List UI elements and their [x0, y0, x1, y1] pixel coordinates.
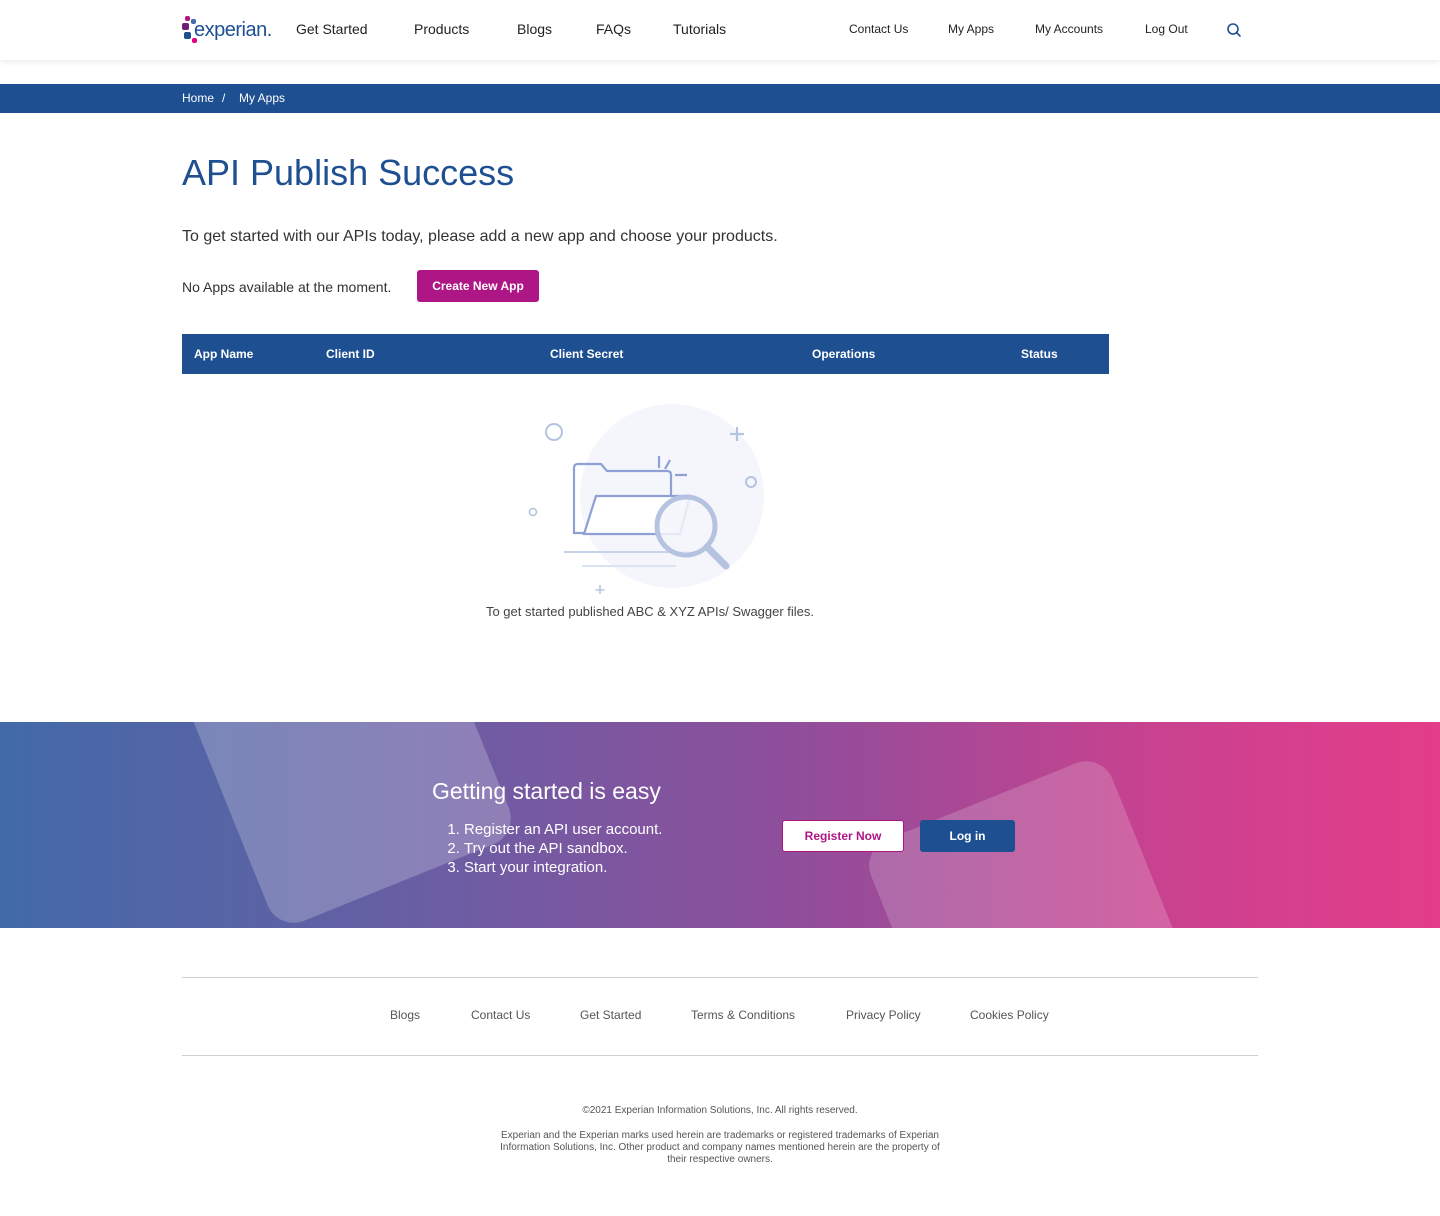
column-client-id[interactable]: Client ID [326, 347, 375, 361]
nav-tutorials[interactable]: Tutorials [673, 21, 726, 37]
footer-divider [182, 1055, 1258, 1056]
step-item: Start your integration. [464, 858, 662, 877]
step-item: Register an API user account. [464, 820, 662, 839]
log-in-button[interactable]: Log in [920, 820, 1015, 852]
apps-table-header: App Name Client ID Client Secret Operati… [182, 334, 1109, 374]
footer-link-terms[interactable]: Terms & Conditions [691, 1008, 795, 1022]
register-now-button[interactable]: Register Now [782, 820, 904, 852]
intro-text: To get started with our APIs today, plea… [182, 228, 778, 245]
decorative-shape [860, 752, 1200, 928]
experian-logo[interactable]: experian. [182, 14, 274, 46]
footer-divider [182, 977, 1258, 978]
footer-link-privacy[interactable]: Privacy Policy [846, 1008, 921, 1022]
nav-products[interactable]: Products [414, 21, 469, 37]
footer-link-cookies[interactable]: Cookies Policy [970, 1008, 1049, 1022]
empty-folder-search-icon [520, 400, 780, 600]
empty-state-message: To get started published ABC & XYZ APIs/… [485, 604, 815, 619]
nav-get-started[interactable]: Get Started [296, 21, 368, 37]
footer-link-get-started[interactable]: Get Started [580, 1008, 641, 1022]
nav-log-out[interactable]: Log Out [1145, 22, 1188, 36]
step-item: Try out the API sandbox. [464, 839, 662, 858]
breadcrumb-separator: / [222, 91, 226, 105]
column-operations[interactable]: Operations [812, 347, 875, 361]
nav-contact-us[interactable]: Contact Us [849, 22, 908, 36]
no-apps-text: No Apps available at the moment. [182, 279, 392, 295]
column-app-name[interactable]: App Name [194, 347, 253, 361]
search-icon[interactable] [1226, 22, 1242, 38]
footer-link-blogs[interactable]: Blogs [390, 1008, 420, 1022]
breadcrumb-home[interactable]: Home [182, 91, 214, 105]
logo-wordmark: experian. [194, 19, 272, 41]
banner-title: Getting started is easy [432, 778, 661, 804]
legal-text: Experian and the Experian marks used her… [500, 1130, 940, 1165]
copyright-text: ©2021 Experian Information Solutions, In… [582, 1105, 858, 1116]
top-header: experian. Get Started Products Blogs FAQ… [0, 0, 1440, 60]
column-status[interactable]: Status [1021, 347, 1058, 361]
footer-link-contact-us[interactable]: Contact Us [471, 1008, 530, 1022]
nav-blogs[interactable]: Blogs [517, 21, 552, 37]
nav-faqs[interactable]: FAQs [596, 21, 631, 37]
column-client-secret[interactable]: Client Secret [550, 347, 623, 361]
nav-my-accounts[interactable]: My Accounts [1035, 22, 1103, 36]
banner-steps: Register an API user account. Try out th… [446, 820, 662, 877]
nav-my-apps[interactable]: My Apps [948, 22, 994, 36]
breadcrumb-current: My Apps [239, 91, 286, 105]
create-new-app-button[interactable]: Create New App [417, 270, 539, 302]
breadcrumb: Home / My Apps [0, 84, 1440, 113]
getting-started-banner: Getting started is easy Register an API … [0, 722, 1440, 928]
page-title: API Publish Success [182, 152, 515, 193]
